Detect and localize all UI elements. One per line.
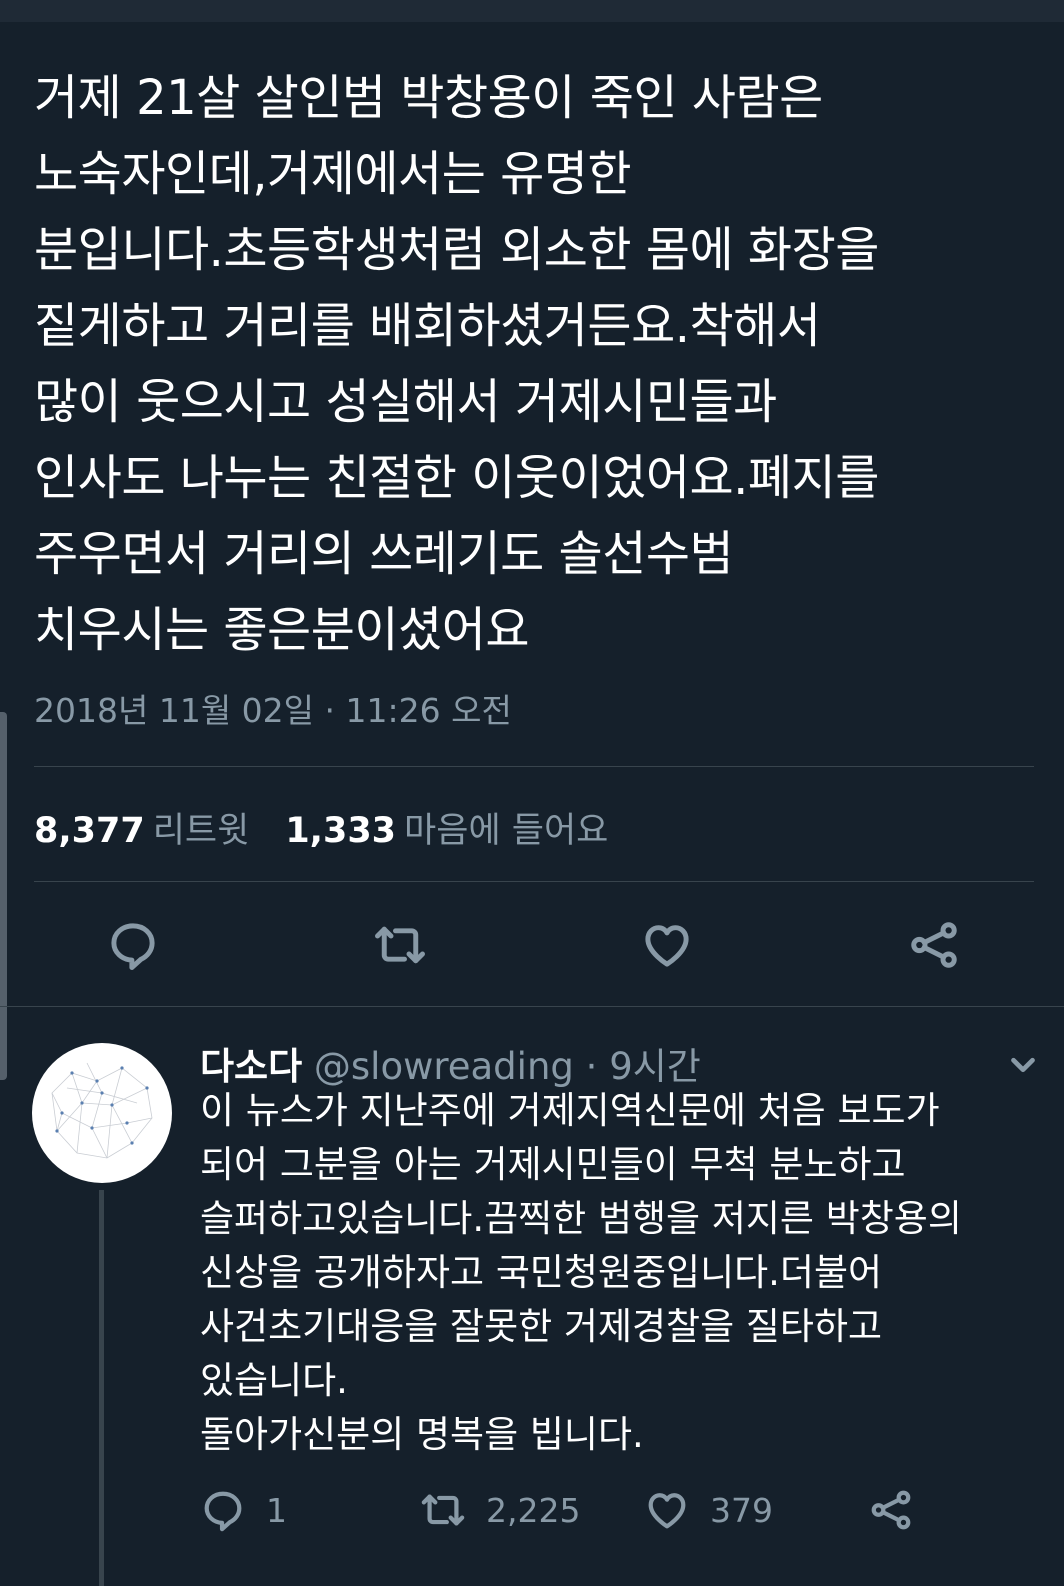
divider bbox=[34, 881, 1034, 882]
retweet-icon bbox=[421, 1494, 465, 1526]
reply-author-name[interactable]: 다소다 bbox=[200, 1045, 302, 1088]
share-icon bbox=[911, 922, 957, 968]
main-tweet-text: 거제 21살 살인범 박창용이 죽인 사람은 노숙자인데,거제에서는 유명한 분… bbox=[34, 70, 879, 658]
share-button[interactable] bbox=[907, 918, 961, 972]
thread-line bbox=[99, 1190, 104, 1586]
reply-retweet-button[interactable]: 2,225 bbox=[420, 1485, 580, 1535]
retweet-count[interactable]: 8,377 bbox=[34, 811, 145, 851]
reply-like-button[interactable]: 379 bbox=[644, 1485, 773, 1535]
reply-icon bbox=[111, 923, 155, 970]
tweet-timestamp[interactable]: 2018년 11월 02일 · 11:26 오전 bbox=[34, 684, 512, 732]
chevron-down-icon bbox=[1011, 1057, 1035, 1073]
heart-icon bbox=[648, 1493, 686, 1529]
like-label[interactable]: 마음에 들어요 bbox=[404, 811, 608, 851]
reply-text: 이 뉴스가 지난주에 거제지역신문에 처음 보도가 되어 그분을 아는 거제시민… bbox=[200, 1089, 962, 1456]
divider bbox=[34, 766, 1034, 767]
separator-dot: · bbox=[585, 1045, 598, 1088]
reply-button[interactable] bbox=[106, 918, 160, 972]
reply-reply-button[interactable]: 1 bbox=[200, 1485, 287, 1535]
like-button[interactable] bbox=[640, 918, 694, 972]
more-options-button[interactable] bbox=[1004, 1046, 1042, 1084]
avatar[interactable] bbox=[32, 1043, 172, 1183]
retweet-button[interactable] bbox=[373, 918, 427, 972]
status-bar bbox=[0, 0, 1064, 22]
divider bbox=[0, 1006, 1064, 1007]
scroll-indicator[interactable] bbox=[0, 712, 7, 1080]
main-tweet: 거제 21살 살인범 박창용이 죽인 사람은 노숙자인데,거제에서는 유명한 분… bbox=[34, 60, 1044, 668]
reply-time[interactable]: 9시간 bbox=[609, 1045, 701, 1088]
tweet-stats: 8,377 리트윗 1,333 마음에 들어요 bbox=[34, 802, 608, 853]
heart-icon bbox=[645, 925, 689, 967]
reply-like-count: 379 bbox=[710, 1490, 773, 1530]
reply-author-handle[interactable]: @slowreading bbox=[314, 1045, 574, 1088]
reply-icon bbox=[204, 1491, 242, 1532]
reply-reply-count: 1 bbox=[266, 1490, 287, 1530]
network-pattern-icon bbox=[51, 1062, 153, 1159]
share-icon bbox=[871, 1490, 911, 1530]
reply-header: 다소다 @slowreading · 9시간 bbox=[200, 1036, 701, 1090]
reply-retweet-count: 2,225 bbox=[486, 1490, 581, 1530]
tweet-detail-screen: 거제 21살 살인범 박창용이 죽인 사람은 노숙자인데,거제에서는 유명한 분… bbox=[0, 0, 1064, 1586]
reply-share-button[interactable] bbox=[868, 1485, 914, 1535]
retweet-icon bbox=[375, 926, 425, 964]
retweet-label[interactable]: 리트윗 bbox=[153, 811, 250, 851]
like-count[interactable]: 1,333 bbox=[285, 811, 396, 851]
